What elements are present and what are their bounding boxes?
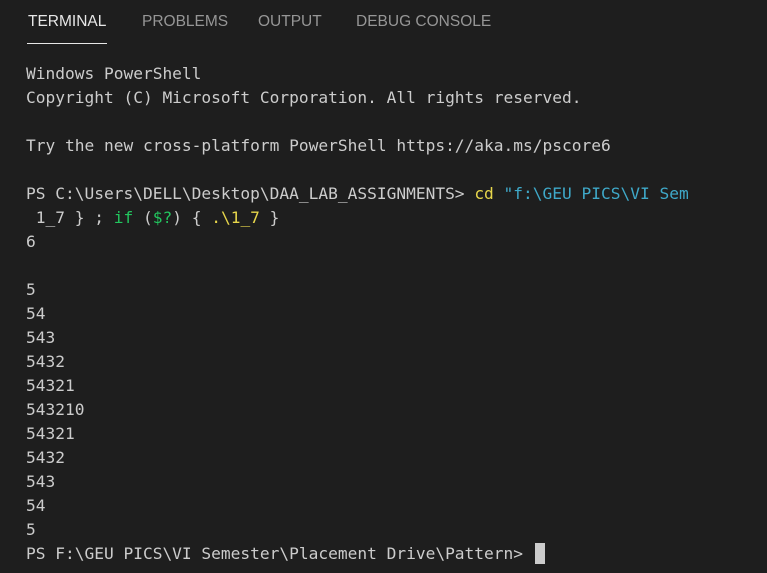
command-path-arg: "f:\GEU PICS\VI Sem <box>493 184 689 203</box>
tab-output[interactable]: OUTPUT <box>258 10 322 34</box>
terminal-cursor <box>534 543 545 564</box>
command-if-keyword: if <box>113 208 134 227</box>
banner-line: Windows PowerShell <box>26 64 202 83</box>
command-cond-open: ( <box>133 208 153 227</box>
command-line: PS C:\Users\DELL\Desktop\DAA_LAB_ASSIGNM… <box>26 182 767 206</box>
output-line: 54321 <box>26 376 75 395</box>
copyright-line: Copyright (C) Microsoft Corporation. All… <box>26 88 582 107</box>
output-line: 543 <box>26 328 56 347</box>
output-line: 54321 <box>26 424 75 443</box>
command-prompt: PS C:\Users\DELL\Desktop\DAA_LAB_ASSIGNM… <box>26 184 475 203</box>
tip-line: Try the new cross-platform PowerShell ht… <box>26 136 611 155</box>
command-close: } <box>259 208 280 227</box>
active-tab-indicator <box>27 43 107 44</box>
program-output: 5 54 543 5432 54321 543210 54321 5432 543 54 5 <box>26 278 767 542</box>
tab-problems[interactable]: PROBLEMS <box>142 10 228 34</box>
command-cond-variable: $? <box>152 208 173 227</box>
command-cd: cd <box>474 184 494 203</box>
command-continuation-line: 1_7 } ; if ($?) { .\1_7 } <box>26 206 767 230</box>
output-line: 54 <box>26 496 46 515</box>
output-line: 5 <box>26 280 36 299</box>
output-line: 5 <box>26 520 36 539</box>
final-prompt-line[interactable]: PS F:\GEU PICS\VI Semester\Placement Dri… <box>26 542 767 566</box>
output-line: 543210 <box>26 400 85 419</box>
final-prompt: PS F:\GEU PICS\VI Semester\Placement Dri… <box>26 544 533 563</box>
command-executable: .\1_7 <box>211 208 260 227</box>
terminal-output[interactable]: Windows PowerShell Copyright (C) Microso… <box>26 62 767 573</box>
command-cond-close: ) { <box>172 208 212 227</box>
tab-debug-console[interactable]: DEBUG CONSOLE <box>356 10 491 34</box>
output-line: 54 <box>26 304 46 323</box>
tab-terminal[interactable]: TERMINAL <box>28 10 106 34</box>
panel-tab-bar: TERMINAL PROBLEMS OUTPUT DEBUG CONSOLE <box>0 0 767 45</box>
output-line: 543 <box>26 472 56 491</box>
input-value-line: 6 <box>26 232 36 251</box>
output-line: 5432 <box>26 448 65 467</box>
output-line: 5432 <box>26 352 65 371</box>
command-cont-prefix: 1_7 } ; <box>26 208 114 227</box>
